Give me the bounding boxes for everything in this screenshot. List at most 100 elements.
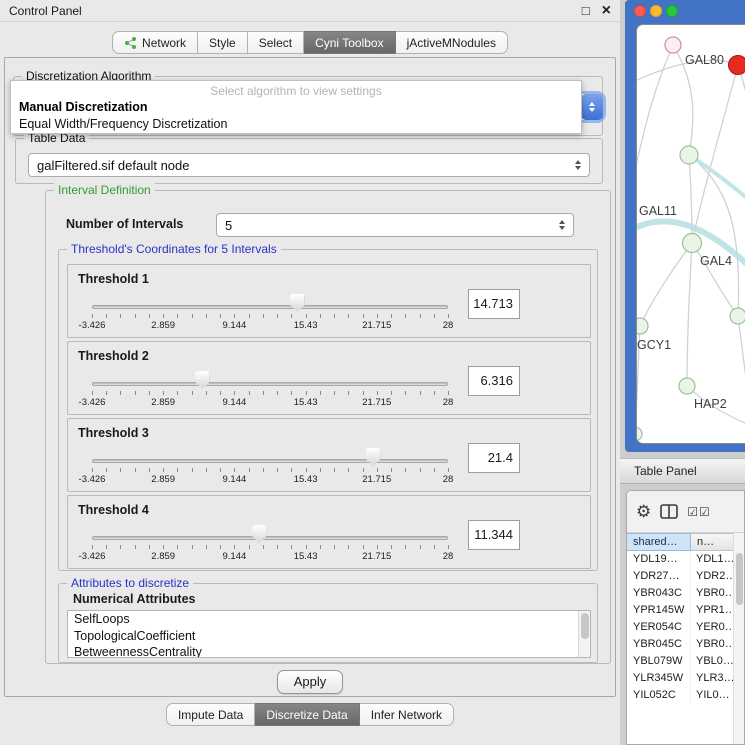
table-row[interactable]: YBR043CYBR0… [627, 585, 744, 602]
tab-style[interactable]: Style [198, 31, 248, 54]
list-scrollbar[interactable] [578, 611, 590, 657]
scrollbar-thumb[interactable] [581, 613, 589, 639]
slider-track[interactable] [92, 459, 448, 463]
slider-tick-label: 2.859 [151, 474, 175, 485]
column-header-shared[interactable]: shared… [627, 533, 691, 551]
tab-impute-data[interactable]: Impute Data [166, 703, 255, 726]
table-cell[interactable]: YBR043C [627, 585, 691, 602]
threshold-2-slider[interactable]: -3.4262.8599.14415.4321.71528 [92, 342, 448, 416]
mac-zoom-icon[interactable] [666, 5, 678, 17]
list-item[interactable]: SelfLoops [68, 611, 590, 628]
threshold-1-slider[interactable]: -3.4262.8599.14415.4321.71528 [92, 265, 448, 339]
slider-minor-tick [249, 545, 250, 549]
table-row[interactable]: YDL19…YDL1… [627, 551, 744, 568]
slider-minor-tick [149, 391, 150, 395]
spinner-arrows-icon[interactable] [575, 160, 581, 170]
table-scrollbar[interactable] [733, 533, 744, 744]
table-row[interactable]: YBR045CYBR0… [627, 636, 744, 653]
node-label: GAL4 [700, 254, 732, 268]
numerical-attributes-list[interactable]: SelfLoops TopologicalCoefficient Between… [67, 610, 591, 658]
list-item[interactable]: TopologicalCoefficient [68, 628, 590, 645]
tab-discretize-data[interactable]: Discretize Data [255, 703, 359, 726]
threshold-value-field[interactable]: 6.316 [468, 366, 520, 396]
table-columns-icon[interactable] [660, 504, 678, 519]
table-cell[interactable]: YLR345W [627, 670, 691, 687]
table-cell[interactable]: YER054C [627, 619, 691, 636]
slider-minor-tick [120, 391, 121, 395]
tab-infer-network[interactable]: Infer Network [360, 703, 454, 726]
threshold-value-field[interactable]: 14.713 [468, 289, 520, 319]
threshold-1-panel: Threshold 1 -3.4262.8599.14415.4321.7152… [67, 264, 591, 338]
close-icon[interactable]: × [602, 3, 611, 19]
table-cell[interactable]: YDR27… [627, 568, 691, 585]
table-cell[interactable]: YIL052C [627, 687, 691, 704]
float-window-icon[interactable]: □ [582, 4, 590, 17]
tab-network[interactable]: Network [112, 31, 198, 54]
slider-ticks [92, 545, 448, 550]
tab-jactivemnodules[interactable]: jActiveMNodules [396, 31, 508, 54]
table-cell[interactable]: YBL079W [627, 653, 691, 670]
mac-minimize-icon[interactable] [650, 5, 662, 17]
right-panel: GAL80 GAL11 GAL4 GCY1 HAP2 Table Panel ⚙… [620, 0, 745, 745]
node-highlighted[interactable] [729, 56, 745, 75]
threshold-value-field[interactable]: 21.4 [468, 443, 520, 473]
slider-ticks [92, 391, 448, 396]
slider-thumb[interactable] [366, 448, 381, 466]
list-item[interactable]: BetweennessCentrality [68, 644, 590, 658]
dropdown-placeholder: Select algorithm to view settings [11, 81, 581, 98]
slider-minor-tick [220, 314, 221, 318]
node[interactable] [730, 308, 745, 324]
gear-icon[interactable]: ⚙ [636, 503, 651, 520]
node-gcy1[interactable] [637, 318, 648, 334]
slider-minor-tick [320, 391, 321, 395]
table-cell[interactable]: YPR145W [627, 602, 691, 619]
slider-track[interactable] [92, 382, 448, 386]
slider-tick-labels: -3.4262.8599.14415.4321.71528 [92, 397, 448, 409]
node-hap2[interactable] [679, 378, 695, 394]
numerical-attributes-heading: Numerical Attributes [73, 592, 195, 606]
spinner-arrows-icon[interactable] [559, 220, 565, 230]
node-gal80[interactable] [665, 37, 681, 53]
table-data-combobox[interactable]: galFiltered.sif default node [28, 153, 590, 177]
tab-select[interactable]: Select [248, 31, 304, 54]
control-panel-titlebar: Control Panel □ × [0, 0, 620, 22]
table-row[interactable]: YBL079WYBL0… [627, 653, 744, 670]
apply-button[interactable]: Apply [277, 670, 343, 694]
slider-minor-tick [320, 468, 321, 472]
slider-minor-tick [334, 391, 335, 395]
table-row[interactable]: YLR345WYLR3… [627, 670, 744, 687]
select-columns-checkboxes-icon[interactable]: ☑☑ [687, 505, 711, 519]
slider-minor-tick [135, 391, 136, 395]
combobox-arrows-icon[interactable] [581, 94, 603, 120]
table-cell[interactable]: YBR045C [627, 636, 691, 653]
slider-minor-tick [249, 468, 250, 472]
slider-thumb[interactable] [290, 294, 305, 312]
slider-minor-tick [234, 545, 235, 549]
slider-tick-label: -3.426 [79, 551, 106, 562]
slider-track[interactable] [92, 305, 448, 309]
threshold-value-field[interactable]: 11.344 [468, 520, 520, 550]
slider-tick-label: 15.43 [294, 320, 318, 331]
slider-track[interactable] [92, 536, 448, 540]
mac-close-icon[interactable] [634, 5, 646, 17]
dropdown-option-equal-width-frequency[interactable]: Equal Width/Frequency Discretization [11, 114, 581, 131]
dropdown-option-manual-discretization[interactable]: Manual Discretization [11, 98, 581, 114]
tab-cyni-toolbox[interactable]: Cyni Toolbox [304, 31, 395, 54]
node[interactable] [637, 427, 642, 441]
scrollbar-thumb[interactable] [736, 553, 743, 605]
table-cell[interactable]: YDL19… [627, 551, 691, 568]
threshold-4-slider[interactable]: -3.4262.8599.14415.4321.71528 [92, 496, 448, 570]
table-row[interactable]: YDR27…YDR2… [627, 568, 744, 585]
number-of-intervals-combobox[interactable]: 5 [216, 213, 574, 237]
node-gal4[interactable] [683, 234, 702, 253]
table-row[interactable]: YPR145WYPR1… [627, 602, 744, 619]
slider-thumb[interactable] [195, 371, 210, 389]
table-row[interactable]: YER054CYER0… [627, 619, 744, 636]
slider-tick-label: 2.859 [151, 397, 175, 408]
top-tab-bar: Network Style Select Cyni Toolbox jActiv… [0, 31, 620, 54]
slider-thumb[interactable] [252, 525, 267, 543]
network-canvas[interactable]: GAL80 GAL11 GAL4 GCY1 HAP2 [636, 24, 745, 444]
node-gal11[interactable] [680, 146, 698, 164]
threshold-3-slider[interactable]: -3.4262.8599.14415.4321.71528 [92, 419, 448, 493]
table-row[interactable]: YIL052CYIL0… [627, 687, 744, 704]
